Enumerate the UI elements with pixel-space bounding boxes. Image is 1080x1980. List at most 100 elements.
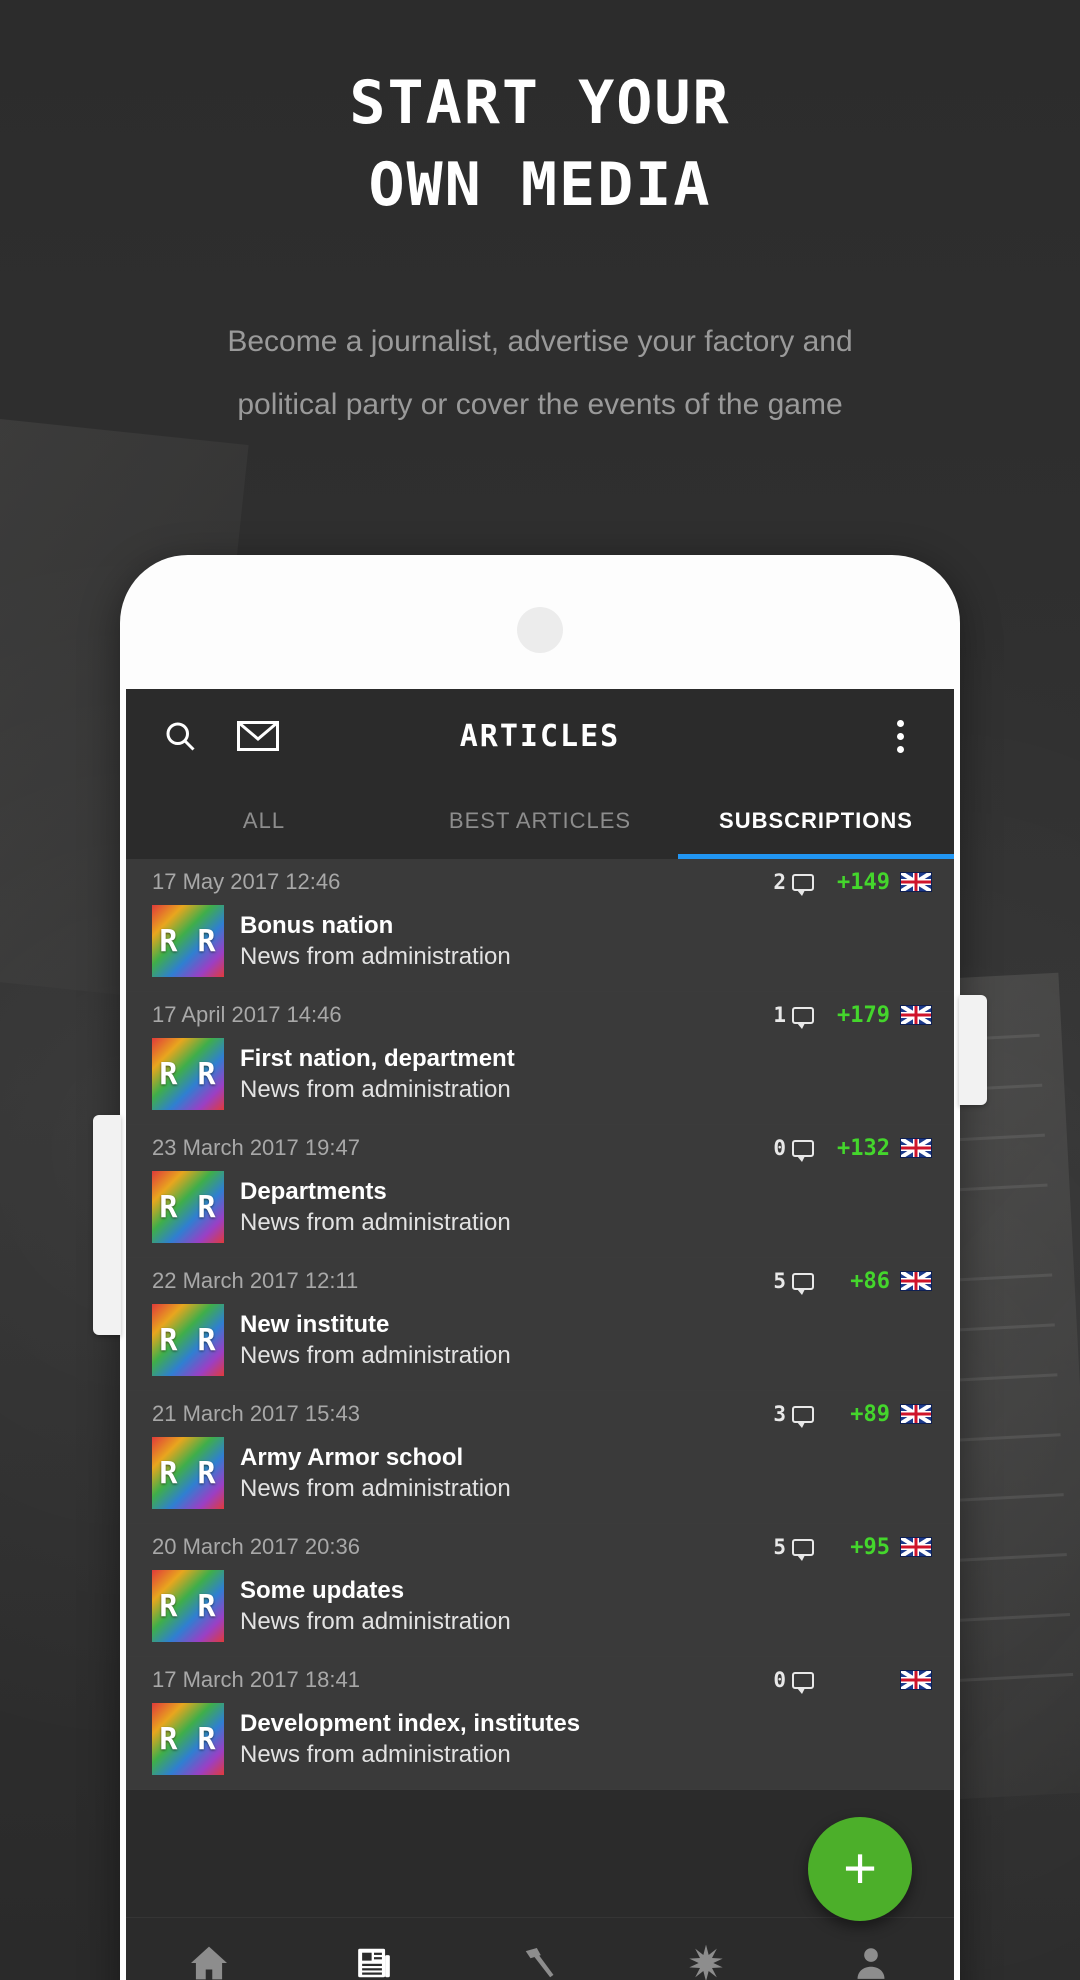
list-item[interactable]: 23 March 2017 19:47 0 +132 R R Departmen… bbox=[126, 1125, 954, 1258]
work-hammer-icon bbox=[520, 1941, 560, 1980]
tab-all[interactable]: All bbox=[126, 783, 402, 859]
comment-count-value: 0 bbox=[773, 1668, 786, 1692]
nav-item-wars[interactable]: Wars bbox=[623, 1941, 789, 1980]
nav-item-home[interactable]: Home bbox=[126, 1941, 292, 1980]
overflow-menu-icon[interactable] bbox=[872, 708, 928, 764]
mail-icon[interactable] bbox=[230, 708, 286, 764]
article-subtitle: News from administration bbox=[240, 943, 511, 970]
article-body: R R Departments News from administration bbox=[126, 1171, 954, 1257]
article-subtitle: News from administration bbox=[240, 1608, 511, 1635]
article-subtitle: News from administration bbox=[240, 1475, 511, 1502]
comment-count-value: 2 bbox=[773, 870, 786, 894]
comment-count-value: 5 bbox=[773, 1269, 786, 1293]
avatar: R R bbox=[152, 905, 224, 977]
uk-flag-icon bbox=[900, 1138, 932, 1158]
article-title: Departments bbox=[240, 1178, 387, 1205]
article-date: 17 March 2017 18:41 bbox=[152, 1667, 360, 1692]
list-item[interactable]: 22 March 2017 12:11 5 +86 R R New instit… bbox=[126, 1258, 954, 1391]
tab-best-articles[interactable]: Best articles bbox=[402, 783, 678, 859]
comment-bubble-icon bbox=[792, 1671, 814, 1694]
comment-bubble-icon bbox=[792, 1405, 814, 1428]
comment-count: 1 bbox=[773, 1003, 814, 1029]
articles-icon bbox=[355, 1941, 393, 1980]
uk-flag-icon bbox=[900, 872, 932, 892]
nav-item-articles[interactable]: Articles bbox=[292, 1941, 458, 1980]
comment-bubble-icon bbox=[792, 1006, 814, 1029]
list-item[interactable]: 17 May 2017 12:46 2 +149 R R Bonus natio… bbox=[126, 859, 954, 992]
article-list: 17 May 2017 12:46 2 +149 R R Bonus natio… bbox=[126, 859, 954, 1790]
article-meta: 2 +149 bbox=[773, 869, 932, 896]
article-subtitle: News from administration bbox=[240, 1342, 511, 1369]
headline-line-1: Start Your bbox=[349, 68, 731, 138]
article-header: 21 March 2017 15:43 3 +89 bbox=[126, 1391, 954, 1437]
headline-line-2: Own Media bbox=[368, 150, 712, 220]
nav-item-work[interactable]: Work bbox=[457, 1941, 623, 1980]
article-subtitle: News from administration bbox=[240, 1741, 511, 1768]
article-meta: 5 +86 bbox=[773, 1268, 932, 1295]
article-subtitle: News from administration bbox=[240, 1209, 511, 1236]
comment-count-value: 0 bbox=[773, 1136, 786, 1160]
home-icon bbox=[189, 1941, 229, 1980]
promo-screenshot: Start Your Own Media Become a journalist… bbox=[0, 0, 1080, 1980]
article-date: 21 March 2017 15:43 bbox=[152, 1401, 360, 1426]
promo-headline: Start Your Own Media bbox=[0, 62, 1080, 226]
article-header: 17 March 2017 18:41 0 bbox=[126, 1657, 954, 1703]
article-subtitle: News from administration bbox=[240, 1076, 511, 1103]
phone-volume-button bbox=[93, 1115, 121, 1335]
promo-subhead: Become a journalist, advertise your fact… bbox=[227, 325, 853, 421]
avatar: R R bbox=[152, 1703, 224, 1775]
comment-count: 0 bbox=[773, 1668, 814, 1694]
phone-power-button bbox=[959, 995, 987, 1105]
uk-flag-icon bbox=[900, 1537, 932, 1557]
article-meta: 5 +95 bbox=[773, 1534, 932, 1561]
article-header: 17 April 2017 14:46 1 +179 bbox=[126, 992, 954, 1038]
rating-badge: +86 bbox=[850, 1268, 890, 1294]
article-body: R R New institute News from administrati… bbox=[126, 1304, 954, 1390]
rating-badge: +132 bbox=[837, 1135, 890, 1161]
article-meta: 1 +179 bbox=[773, 1002, 932, 1029]
avatar: R R bbox=[152, 1038, 224, 1110]
uk-flag-icon bbox=[900, 1404, 932, 1424]
article-title: Army Armor school bbox=[240, 1444, 464, 1471]
avatar-label: R R bbox=[159, 923, 217, 959]
comment-count: 3 bbox=[773, 1402, 814, 1428]
article-date: 17 April 2017 14:46 bbox=[152, 1002, 342, 1027]
article-body: R R First nation, department News from a… bbox=[126, 1038, 954, 1124]
avatar-label: R R bbox=[159, 1588, 217, 1624]
comment-bubble-icon bbox=[792, 1139, 814, 1162]
rating-badge: +179 bbox=[837, 1002, 890, 1028]
article-title: Bonus nation bbox=[240, 912, 394, 939]
article-title: Some updates bbox=[240, 1577, 405, 1604]
nav-item-profile[interactable]: Profile bbox=[788, 1941, 954, 1980]
article-title: Development index, institutes bbox=[240, 1710, 581, 1737]
tab-subscriptions[interactable]: Subscriptions bbox=[678, 783, 954, 859]
phone-speaker bbox=[517, 607, 563, 653]
rating-badge: +149 bbox=[837, 869, 890, 895]
avatar: R R bbox=[152, 1437, 224, 1509]
bottom-navigation: Home bbox=[126, 1917, 954, 1980]
comment-count-value: 5 bbox=[773, 1535, 786, 1559]
add-article-button[interactable]: + bbox=[808, 1817, 912, 1921]
search-icon[interactable] bbox=[152, 708, 208, 764]
list-item[interactable]: 21 March 2017 15:43 3 +89 R R Army Armor… bbox=[126, 1391, 954, 1524]
avatar-label: R R bbox=[159, 1322, 217, 1358]
article-header: 17 May 2017 12:46 2 +149 bbox=[126, 859, 954, 905]
list-item[interactable]: 20 March 2017 20:36 5 +95 R R Some updat… bbox=[126, 1524, 954, 1657]
uk-flag-icon bbox=[900, 1005, 932, 1025]
article-title: First nation, department bbox=[240, 1045, 515, 1072]
avatar-label: R R bbox=[159, 1455, 217, 1491]
phone-screen: Articles All Best articles Subscriptions… bbox=[126, 689, 954, 1980]
uk-flag-icon bbox=[900, 1670, 932, 1690]
avatar-label: R R bbox=[159, 1189, 217, 1225]
article-date: 20 March 2017 20:36 bbox=[152, 1534, 360, 1559]
comment-count: 5 bbox=[773, 1269, 814, 1295]
uk-flag-icon bbox=[900, 1271, 932, 1291]
comment-count: 5 bbox=[773, 1535, 814, 1561]
article-meta: 0 +132 bbox=[773, 1135, 932, 1162]
rating-badge: +95 bbox=[850, 1534, 890, 1560]
avatar-label: R R bbox=[159, 1721, 217, 1757]
list-item[interactable]: 17 March 2017 18:41 0 R R Development in… bbox=[126, 1657, 954, 1790]
avatar: R R bbox=[152, 1171, 224, 1243]
list-item[interactable]: 17 April 2017 14:46 1 +179 R R First nat… bbox=[126, 992, 954, 1125]
profile-person-icon bbox=[852, 1941, 890, 1980]
